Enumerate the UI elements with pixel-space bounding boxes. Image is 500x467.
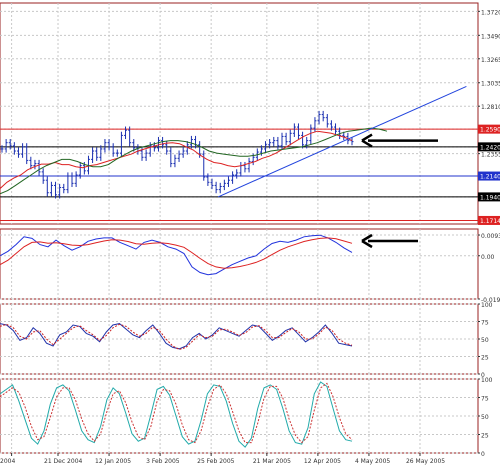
- panel-oscillator1-frame: [0, 303, 479, 375]
- y-tick-label: 1.3265: [481, 57, 500, 64]
- y-tick-label: 0.00: [481, 254, 495, 261]
- level-label: 1.2590: [480, 127, 500, 134]
- x-tick-label: 12 Apr 2005: [304, 458, 341, 465]
- x-tick-label: 2004: [0, 458, 15, 465]
- y-tick-label: 1.3035: [481, 81, 500, 88]
- y-tick-label: 75: [481, 396, 489, 403]
- y-tick-label: 0.0093: [481, 233, 500, 240]
- x-tick-label: 25 Feb 2005: [197, 458, 235, 465]
- y-tick-label: 25: [481, 433, 489, 440]
- level-label: 1.2420: [480, 144, 500, 151]
- y-tick-label: 1.2810: [481, 104, 500, 111]
- y-tick-label: 100: [481, 377, 493, 384]
- level-label: 1.1940: [480, 194, 500, 201]
- level-label: 1.2140: [480, 174, 500, 181]
- y-tick-label: 25: [481, 355, 489, 362]
- chart-svg: 1.3720 1.3490 1.3265 1.3035 1.2810 1.2590 1.24…: [0, 2, 500, 465]
- x-tick-label: 26 May 2005: [406, 458, 445, 465]
- y-tick-label: 50: [481, 337, 489, 344]
- x-tick-label: 12 Jan 2005: [95, 458, 131, 465]
- y-tick-label: 1.3490: [481, 33, 500, 40]
- y-tick-label: 75: [481, 320, 489, 327]
- x-tick-label: 3 Feb 2005: [146, 458, 180, 465]
- x-tick-label: 21 Dec 2004: [44, 458, 83, 465]
- y-tick-label: 100: [481, 302, 493, 309]
- y-tick-label: 1.2355: [481, 152, 500, 159]
- y-tick-label: 0: [481, 451, 485, 458]
- y-tick-label: 50: [481, 414, 489, 421]
- x-tick-label: 21 Mar 2005: [253, 458, 291, 465]
- x-tick-label: 4 May 2005: [355, 458, 390, 465]
- level-label: 1.1714: [480, 218, 500, 225]
- chart-window: 1.3720 1.3490 1.3265 1.3035 1.2810 1.2590 1.24…: [0, 0, 500, 467]
- y-tick-label: 1.3720: [481, 9, 500, 16]
- panel-macd-frame: [0, 228, 479, 300]
